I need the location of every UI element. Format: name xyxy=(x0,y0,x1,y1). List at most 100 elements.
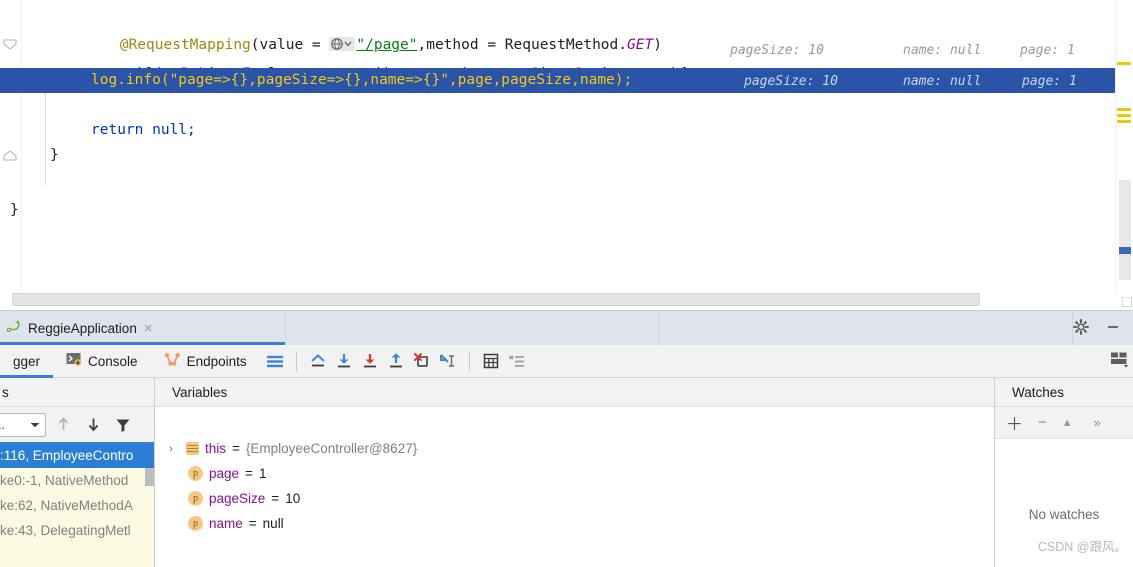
debug-body[interactable]: s t... xyxy=(0,378,1133,567)
code-line-6[interactable]: } xyxy=(0,198,1133,223)
editor-vertical-scrollbar-thumb[interactable] xyxy=(1119,247,1131,254)
warning-marker-1[interactable] xyxy=(1117,62,1131,65)
spring-boot-icon xyxy=(6,319,21,337)
chevron-down-icon xyxy=(29,418,41,432)
editor-corner-box xyxy=(1122,297,1132,307)
tab-endpoints[interactable]: Endpoints xyxy=(151,345,260,378)
debug-toolbar[interactable]: gger Console Endpoints xyxy=(0,345,1133,378)
frames-down-icon[interactable] xyxy=(80,412,106,438)
warning-marker-3[interactable] xyxy=(1117,114,1131,117)
editor-marker-bar[interactable] xyxy=(1115,0,1133,292)
code-editor[interactable]: @RequestMapping(value = "/page",method =… xyxy=(0,0,1133,310)
editor-horizontal-scrollbar[interactable] xyxy=(12,293,980,306)
variable-row-this[interactable]: › this = {EmployeeController@8627} xyxy=(155,436,994,461)
frames-filter-icon[interactable] xyxy=(110,412,136,438)
variables-panel-title: Variables xyxy=(155,378,994,407)
frames-list[interactable]: :116, EmployeeContro ke0:-1, NativeMetho… xyxy=(0,443,154,567)
debugger-tab-label: gger xyxy=(13,353,41,369)
variable-equals: = xyxy=(248,516,257,531)
watches-toolbar[interactable]: ＋ − ▲ » xyxy=(995,407,1133,439)
settings-list-icon[interactable] xyxy=(262,348,288,374)
parameter-icon: p xyxy=(188,466,203,481)
frame-row[interactable]: ke:62, NativeMethodA xyxy=(0,493,154,518)
variables-panel[interactable]: Variables › this = {EmployeeController@8… xyxy=(155,378,995,567)
variable-name: name xyxy=(209,516,243,531)
variable-row-pagesize[interactable]: p pageSize = 10 xyxy=(155,486,994,511)
layout-settings-icon[interactable] xyxy=(1110,351,1129,371)
variable-name: this xyxy=(205,441,227,456)
force-step-into-icon[interactable] xyxy=(383,348,409,374)
frames-toolbar[interactable]: t... xyxy=(0,407,154,443)
close-icon[interactable]: × xyxy=(144,321,153,336)
variable-value: 1 xyxy=(258,466,267,481)
debug-tool-window[interactable]: ReggieApplication × gger Console Endpoin… xyxy=(0,310,1133,567)
variable-name: pageSize xyxy=(209,491,266,506)
console-icon xyxy=(66,352,82,370)
toolbar-divider-1 xyxy=(295,351,297,371)
toolbar-divider-2 xyxy=(468,351,470,371)
step-into-icon[interactable] xyxy=(357,348,383,374)
step-over-icon[interactable] xyxy=(331,348,357,374)
variable-equals: = xyxy=(271,491,280,506)
inlay-hint-pagesize-2: pageSize: 10 xyxy=(744,74,838,89)
tab-divider-2 xyxy=(658,311,659,345)
tab-debugger[interactable]: gger xyxy=(0,345,54,378)
run-to-cursor-icon[interactable] xyxy=(435,348,461,374)
class-close-brace: } xyxy=(10,202,19,218)
code-line-1[interactable]: @RequestMapping(value = "/page",method =… xyxy=(0,8,1133,53)
variable-equals: = xyxy=(245,466,253,481)
parameter-icon: p xyxy=(188,491,203,506)
frame-row[interactable]: ke:43, DelegatingMetl xyxy=(0,518,154,543)
evaluate-expression-icon[interactable] xyxy=(478,348,504,374)
show-execution-point-icon[interactable] xyxy=(305,348,331,374)
code-line-5[interactable]: } xyxy=(0,143,1133,168)
endpoints-tab-label: Endpoints xyxy=(186,353,247,369)
inlay-hint-name-1: name: null xyxy=(903,43,982,58)
frames-scrollbar-thumb[interactable] xyxy=(145,468,154,486)
remove-watch-icon[interactable]: − xyxy=(1038,414,1047,431)
move-up-icon[interactable]: ▲ xyxy=(1062,417,1073,429)
warning-marker-4[interactable] xyxy=(1117,120,1131,123)
tab-console[interactable]: Console xyxy=(53,345,151,378)
inlay-hint-page-2: page: 1 xyxy=(1022,74,1077,89)
frame-row-current[interactable]: :116, EmployeeContro xyxy=(0,443,154,468)
variable-name: page xyxy=(209,466,240,481)
more-icon[interactable]: » xyxy=(1094,415,1101,430)
variable-value: 10 xyxy=(285,491,301,506)
warning-marker-2[interactable] xyxy=(1117,108,1131,111)
minimize-icon[interactable] xyxy=(1105,319,1121,338)
thread-selector-combo[interactable]: t... xyxy=(0,412,46,437)
run-tab-header[interactable]: ReggieApplication × xyxy=(0,311,1133,345)
frame-row[interactable]: ke0:-1, NativeMethod xyxy=(0,468,154,493)
inlay-hint-page-1: page: 1 xyxy=(1020,43,1075,58)
editor-vertical-scrollbar[interactable] xyxy=(1119,180,1131,280)
frames-panel[interactable]: s t... xyxy=(0,378,155,567)
add-watch-icon[interactable]: ＋ xyxy=(1006,410,1023,435)
parameter-icon: p xyxy=(188,516,203,531)
frames-panel-title: s xyxy=(0,378,154,407)
mute-breakpoints-icon[interactable] xyxy=(504,348,530,374)
variables-spacer xyxy=(155,407,994,436)
keyword-return: return xyxy=(91,122,144,138)
chevron-right-icon[interactable]: › xyxy=(169,443,180,455)
watches-panel[interactable]: Watches ＋ − ▲ » No watches CSDN @跟风。 xyxy=(995,378,1133,567)
log-info-statement: log.info("page=>{},pageSize=>{},name=>{}… xyxy=(91,72,633,88)
code-line-4[interactable]: return null; xyxy=(0,118,1133,143)
run-tab-label: ReggieApplication xyxy=(28,320,137,336)
drop-frame-icon[interactable] xyxy=(409,348,435,374)
tab-divider-1 xyxy=(285,311,286,345)
watches-panel-title: Watches xyxy=(995,378,1133,407)
object-icon xyxy=(186,442,199,455)
frames-up-icon[interactable] xyxy=(50,412,76,438)
inlay-hint-pagesize-1: pageSize: 10 xyxy=(730,43,824,58)
settings-gear-icon[interactable] xyxy=(1073,318,1089,338)
variable-value: null xyxy=(262,516,284,531)
variable-row-page[interactable]: p page = 1 xyxy=(155,461,994,486)
csdn-watermark: CSDN @跟风。 xyxy=(1037,540,1127,554)
value-null: null; xyxy=(143,122,196,138)
run-tab-reggie-application[interactable]: ReggieApplication × xyxy=(0,311,285,345)
thread-selector-value: t... xyxy=(0,417,5,432)
watches-empty-text: No watches xyxy=(1028,507,1100,522)
variable-row-name[interactable]: p name = null xyxy=(155,511,994,536)
method-close-brace: } xyxy=(50,147,59,163)
